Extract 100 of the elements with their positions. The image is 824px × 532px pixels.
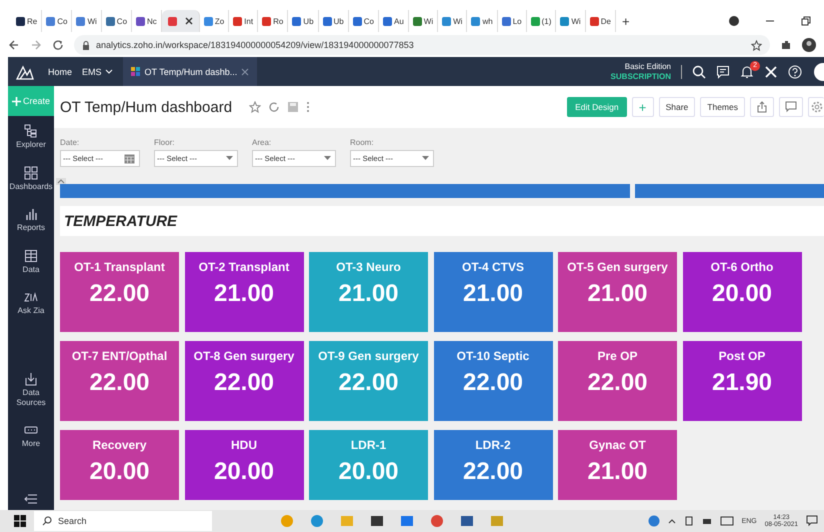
zia-icon: [24, 290, 38, 304]
sidebar-item[interactable]: Data: [8, 240, 54, 282]
browser-tab[interactable]: De: [586, 10, 616, 32]
battery-icon[interactable]: [684, 516, 694, 526]
tile-label: LDR-2: [475, 438, 511, 452]
browser-tab[interactable]: (1): [526, 10, 556, 32]
browser-tab[interactable]: Co: [348, 10, 379, 32]
kpi-tile[interactable]: OT-1 Transplant 22.00: [60, 252, 179, 332]
comment-icon[interactable]: [716, 64, 730, 78]
toolbar-button[interactable]: Share: [658, 97, 696, 117]
kpi-tile[interactable]: LDR-2 22.00: [434, 430, 552, 500]
browser-tab[interactable]: Au: [379, 10, 409, 32]
tile-label: Gynac OT: [589, 438, 646, 452]
browser-tab[interactable]: Co: [42, 10, 72, 32]
bar-chart-icon: [24, 207, 38, 222]
taskbar-app-icon[interactable]: [460, 514, 474, 528]
user-avatar-icon[interactable]: [812, 62, 824, 80]
browser-tab[interactable]: [162, 10, 200, 32]
kpi-tile[interactable]: Recovery 20.00: [60, 430, 179, 500]
browser-tab[interactable]: Wi: [72, 10, 102, 32]
tile-label: OT-5 Gen surgery: [567, 260, 668, 274]
tile-value: 22.00: [462, 458, 524, 486]
restore-icon[interactable]: [800, 15, 812, 27]
new-tab-button[interactable]: +: [622, 14, 630, 28]
browser-tab[interactable]: Co: [102, 10, 132, 32]
profile-icon[interactable]: [728, 15, 740, 27]
settings-icon: [811, 101, 823, 113]
kpi-tile[interactable]: HDU 20.00: [184, 430, 304, 500]
caret-icon: [104, 68, 113, 74]
refresh-icon[interactable]: [268, 101, 280, 113]
search-icon[interactable]: [692, 64, 706, 78]
browser-tab[interactable]: Wi: [408, 10, 438, 32]
star-icon[interactable]: [751, 40, 762, 50]
home-link[interactable]: Home: [48, 66, 72, 76]
kpi-tile[interactable]: OT-5 Gen surgery 21.00: [558, 252, 677, 332]
extensions-icon[interactable]: [780, 39, 792, 51]
back-icon[interactable]: [8, 39, 20, 51]
tile-value: 22.00: [89, 369, 150, 397]
kpi-tile[interactable]: Gynac OT 21.00: [558, 430, 677, 500]
sidebar-item[interactable]: Explorer: [8, 116, 54, 158]
browser-tab[interactable]: Wi: [438, 10, 468, 32]
browser-tab[interactable]: Ro: [258, 10, 288, 32]
sidebar-item[interactable]: Dashboards: [8, 158, 54, 200]
kpi-tile[interactable]: Pre OP 22.00: [558, 341, 677, 421]
notifications-icon[interactable]: [806, 515, 818, 527]
export-icon: [756, 101, 768, 113]
sidebar-item[interactable]: Ask Zia: [8, 282, 54, 324]
reload-icon[interactable]: [52, 39, 64, 51]
collapse-icon[interactable]: [24, 494, 38, 504]
star-icon[interactable]: [249, 101, 262, 113]
export-button[interactable]: [750, 97, 774, 117]
address-field[interactable]: analytics.zoho.in/workspace/183194000000054209/view/183194000000077853: [74, 35, 770, 55]
bell-icon[interactable]: [740, 64, 754, 78]
dashboard-tab[interactable]: OT Temp/Hum dashb...: [122, 57, 258, 86]
workspace-menu[interactable]: EMS: [82, 66, 113, 76]
tile-value: 22.00: [462, 369, 524, 397]
browser-tab[interactable]: Wi: [556, 10, 586, 32]
collapse-filter-icon[interactable]: [56, 178, 66, 185]
help-icon[interactable]: [788, 64, 802, 78]
tile-label: Post OP: [718, 349, 766, 363]
browser-tab[interactable]: Lo: [498, 10, 527, 32]
toolbar-button[interactable]: Themes: [700, 97, 745, 117]
more-icon[interactable]: [306, 101, 310, 113]
browser-tab[interactable]: Ub: [318, 10, 349, 32]
avatar-icon[interactable]: [802, 38, 816, 52]
kpi-tile[interactable]: OT-8 Gen surgery 22.00: [184, 341, 304, 421]
browser-tab[interactable]: Zo: [200, 10, 230, 32]
settings-button[interactable]: [808, 97, 824, 117]
tile-label: OT-9 Gen surgery: [318, 349, 419, 363]
dashboard-icon: [130, 66, 141, 76]
browser-tab[interactable]: Nc: [132, 10, 162, 32]
start-icon[interactable]: [14, 515, 26, 527]
kpi-tile[interactable]: OT-10 Septic 22.00: [434, 341, 552, 421]
browser-tab[interactable]: Int: [229, 10, 258, 32]
logo-icon[interactable]: [16, 64, 34, 80]
keyboard-icon[interactable]: [720, 516, 734, 526]
help-tray-icon[interactable]: [648, 515, 660, 527]
sidebar-item[interactable]: Data Sources: [8, 364, 54, 416]
tile-label: OT-3 Neuro: [336, 260, 401, 274]
browser-tab[interactable]: wh: [467, 10, 498, 32]
lock-icon: [82, 40, 90, 50]
taskbar-search-field[interactable]: Search: [34, 511, 212, 531]
taskbar-app-icon[interactable]: [370, 514, 384, 528]
tile-label: OT-2 Transplant: [198, 260, 290, 274]
chevron-up-icon[interactable]: [668, 518, 676, 524]
browser-tab[interactable]: Ub: [288, 10, 319, 32]
close-icon[interactable]: [184, 17, 193, 25]
kpi-tile[interactable]: OT-7 ENT/Opthal 22.00: [60, 341, 179, 421]
kpi-tile[interactable]: Post OP 21.90: [682, 341, 802, 421]
browser-tab[interactable]: Re: [12, 10, 42, 32]
kpi-tile[interactable]: OT-4 CTVS 21.00: [434, 252, 552, 332]
kpi-tile[interactable]: OT-2 Transplant 21.00: [184, 252, 304, 332]
network-icon[interactable]: [702, 516, 712, 526]
kpi-tile[interactable]: OT-6 Ortho 20.00: [682, 252, 802, 332]
subscription-link[interactable]: SUBSCRIPTION: [610, 72, 671, 82]
sidebar-item[interactable]: More: [8, 415, 54, 457]
sidebar-item[interactable]: Reports: [8, 199, 54, 241]
filter-label: Floor:: [154, 138, 176, 147]
tile-value: 22.00: [587, 369, 648, 397]
comment-button[interactable]: [779, 97, 803, 117]
